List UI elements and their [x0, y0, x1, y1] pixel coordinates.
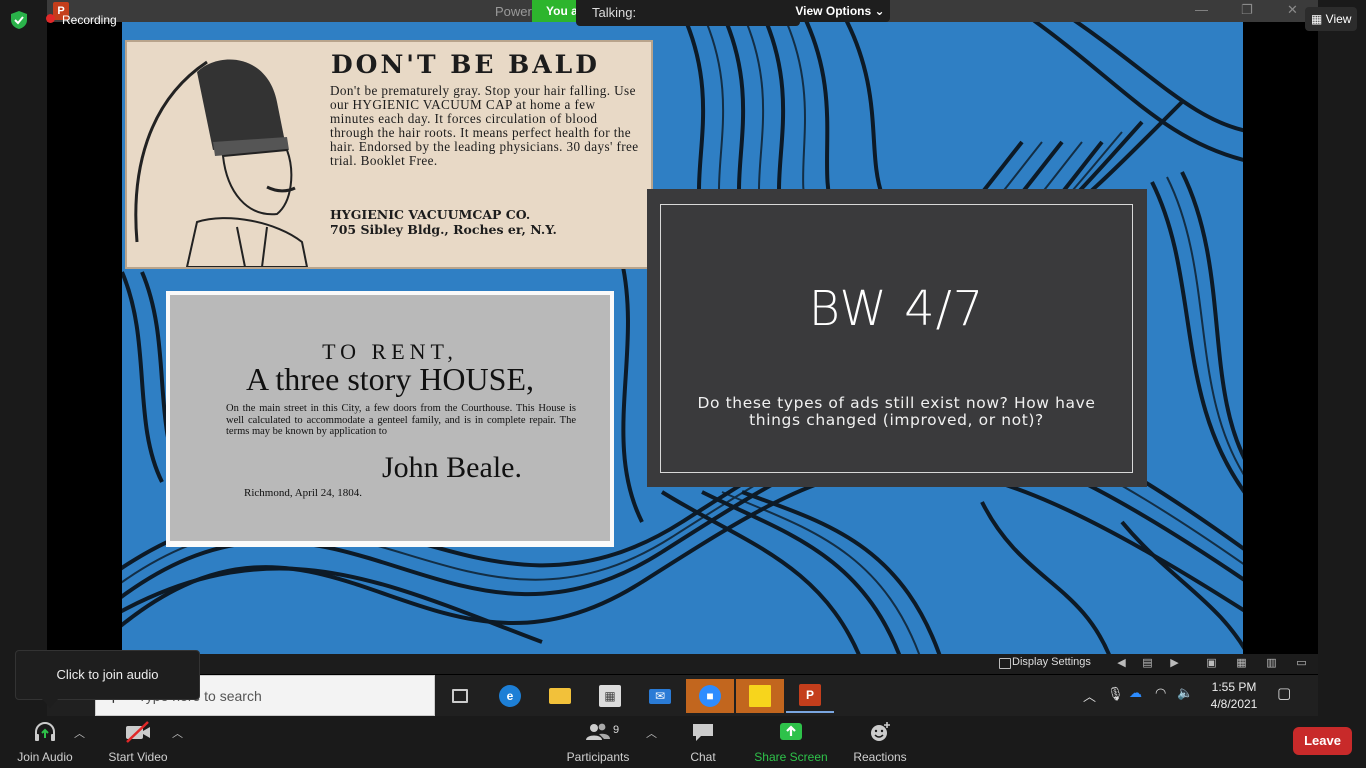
folder-icon	[549, 688, 571, 704]
share-screen-button[interactable]: Share Screen	[752, 720, 830, 766]
action-center-icon[interactable]: ▢	[1277, 684, 1291, 702]
recording-dot-icon	[46, 14, 55, 23]
clock-time: 1:55 PM	[1211, 680, 1257, 694]
zoom-icon: ■	[699, 685, 721, 707]
normal-view-icon[interactable]: ▣	[1205, 657, 1218, 670]
join-audio-label: Join Audio	[17, 750, 73, 764]
rent-ad-line2: A three story HOUSE,	[246, 361, 534, 397]
taskbar-clock[interactable]: 1:55 PM 4/8/2021	[1199, 679, 1269, 713]
sticky-notes-taskbar-button[interactable]	[736, 679, 784, 713]
bald-ad-body: Don't be prematurely gray. Stop your hai…	[330, 83, 639, 169]
restore-icon[interactable]: ❐	[1241, 2, 1253, 18]
you-are-sharing-badge: You a	[532, 0, 578, 22]
rent-ad-dateline: Richmond, April 24, 1804.	[244, 487, 362, 499]
talking-indicator: Talking:	[576, 0, 800, 26]
reactions-smiley-icon	[850, 720, 910, 744]
slide-title: BW 4/7	[808, 281, 985, 337]
bald-ad-address: 705 Sibley Bldg., Roches er, N.Y.	[330, 221, 557, 237]
slideshow-icon[interactable]: ▭	[1295, 657, 1308, 670]
monitor-icon	[999, 658, 1011, 669]
meeting-controls-bar: Join Audio ︿ Start Video ︿ 9 Participant…	[0, 716, 1366, 768]
powerpoint-taskbar-icon: P	[799, 684, 821, 706]
clock-date: 4/8/2021	[1210, 697, 1258, 711]
sticky-notes-icon	[749, 685, 771, 707]
powerpoint-title: Power	[495, 4, 532, 19]
bald-ad-company: HYGIENIC VACUUMCAP CO. 705 Sibley Bldg.,…	[330, 207, 640, 237]
chevron-down-icon: ⌄	[874, 4, 885, 18]
participants-label: Participants	[566, 750, 630, 764]
file-explorer-taskbar-button[interactable]	[536, 679, 584, 713]
powerpoint-taskbar-button[interactable]: P	[786, 679, 834, 713]
join-audio-tooltip: Click to join audio	[15, 650, 200, 708]
rent-ad-paper: TO RENT, A three story HOUSE, On the mai…	[170, 295, 610, 541]
rent-ad-name: John Beale.	[382, 451, 522, 484]
view-options-button[interactable]: View Options ⌄	[790, 0, 890, 22]
next-slide-icon[interactable]: ▶	[1168, 657, 1181, 670]
participants-button[interactable]: 9 Participants	[560, 720, 636, 766]
presentation-slide: DON'T BE BALD Don't be prematurely gray.…	[122, 22, 1243, 654]
previous-slide-icon[interactable]: ◀	[1115, 657, 1128, 670]
audio-options-caret-icon[interactable]: ︿	[74, 725, 85, 741]
hygienic-vacuum-cap-ad: DON'T BE BALD Don't be prematurely gray.…	[125, 40, 653, 269]
chat-icon	[680, 720, 726, 744]
view-label: View	[1325, 12, 1352, 26]
mail-icon: ✉	[649, 688, 671, 704]
shared-screen: P Power You a — ❐ ✕ DON'T BE BALD Don't …	[47, 0, 1318, 716]
reactions-button[interactable]: Reactions	[850, 720, 910, 766]
vacuum-cap-illustration	[134, 59, 309, 267]
zoom-meeting-window: P Power You a — ❐ ✕ DON'T BE BALD Don't …	[0, 0, 1366, 768]
windows-taskbar: ⚲ Type here to search e ▦ ✉ ■	[47, 675, 1318, 716]
left-margin	[0, 0, 47, 716]
task-view-icon	[452, 689, 468, 703]
view-options-label: View Options	[795, 4, 872, 18]
task-view-button[interactable]	[436, 679, 484, 713]
close-icon[interactable]: ✕	[1287, 2, 1298, 18]
volume-icon[interactable]: 🔈	[1177, 685, 1193, 701]
store-taskbar-button[interactable]: ▦	[586, 679, 634, 713]
slide-sorter-icon[interactable]: ▦	[1235, 657, 1248, 670]
slideshow-status-bar: Display Settings ◀ ▤ ▶ ▣ ▦ ▥ ▭	[47, 654, 1318, 674]
mail-taskbar-button[interactable]: ✉	[636, 679, 684, 713]
video-off-icon	[103, 720, 173, 744]
participants-caret-icon[interactable]: ︿	[646, 725, 657, 741]
grid-icon: ▦	[1311, 12, 1326, 26]
title-panel: BW 4/7 Do these types of ads still exist…	[647, 189, 1147, 487]
display-settings-button[interactable]: Display Settings	[1012, 656, 1091, 668]
bald-ad-company-name: HYGIENIC VACUUMCAP CO.	[330, 207, 531, 222]
onedrive-icon[interactable]: ☁	[1129, 685, 1142, 701]
chat-label: Chat	[690, 750, 716, 764]
to-rent-ad: TO RENT, A three story HOUSE, On the mai…	[166, 291, 614, 547]
microphone-icon[interactable]: 🎙	[1107, 686, 1124, 702]
headphones-icon	[10, 720, 80, 744]
store-icon: ▦	[599, 685, 621, 707]
join-audio-button[interactable]: Join Audio	[10, 720, 80, 766]
rent-ad-body: On the main street in this City, a few d…	[226, 403, 576, 438]
edge-icon: e	[499, 685, 521, 707]
minimize-icon[interactable]: —	[1195, 2, 1208, 17]
zoom-taskbar-button[interactable]: ■	[686, 679, 734, 713]
slide-subtitle: Do these types of ads still exist now? H…	[697, 394, 1096, 429]
start-video-button[interactable]: Start Video	[103, 720, 173, 766]
view-button[interactable]: ▦ View	[1305, 7, 1357, 31]
right-margin	[1318, 0, 1366, 716]
share-screen-icon	[752, 720, 830, 744]
bald-ad-headline: DON'T BE BALD	[331, 50, 600, 79]
leave-button[interactable]: Leave	[1293, 727, 1352, 755]
show-hidden-icons-icon[interactable]: ︿	[1083, 686, 1096, 705]
recording-label[interactable]: Recording	[62, 13, 117, 27]
share-screen-label: Share Screen	[754, 750, 828, 764]
video-options-caret-icon[interactable]: ︿	[172, 725, 183, 741]
chat-button[interactable]: Chat	[680, 720, 726, 766]
network-icon[interactable]: ◠	[1155, 685, 1166, 701]
reactions-label: Reactions	[853, 750, 907, 764]
slide-list-icon[interactable]: ▤	[1141, 657, 1154, 670]
start-video-label: Start Video	[108, 750, 168, 764]
security-shield-icon[interactable]	[11, 11, 27, 29]
reading-view-icon[interactable]: ▥	[1265, 657, 1278, 670]
edge-taskbar-button[interactable]: e	[486, 679, 534, 713]
participants-count: 9	[613, 724, 620, 736]
participants-icon: 9	[560, 720, 636, 744]
title-frame: BW 4/7 Do these types of ads still exist…	[660, 204, 1133, 473]
